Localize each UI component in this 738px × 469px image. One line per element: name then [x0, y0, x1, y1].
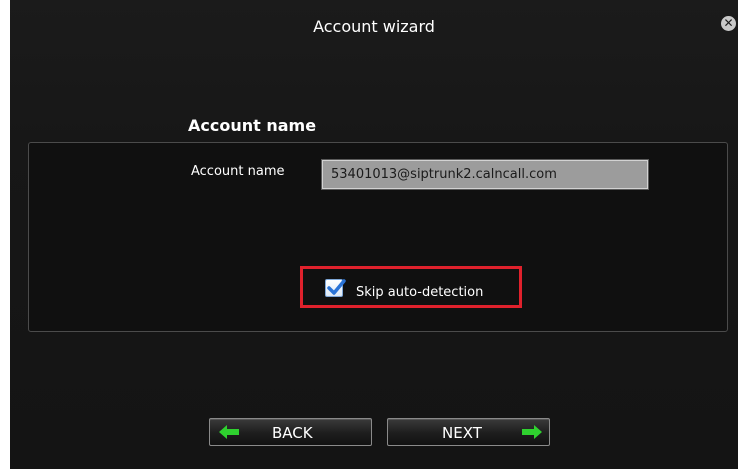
back-button[interactable]: BACK [209, 418, 372, 446]
close-icon[interactable]: ✕ [721, 16, 736, 31]
window-title: Account wizard [313, 17, 435, 36]
arrow-right-icon [522, 425, 542, 439]
skip-auto-detection-label[interactable]: Skip auto-detection [356, 285, 483, 300]
arrow-left-icon [219, 425, 239, 439]
account-name-field[interactable]: 53401013@siptrunk2.calncall.com [321, 159, 649, 190]
account-wizard-dialog: Account wizard ✕ Account name [10, 0, 738, 469]
next-button-label: NEXT [442, 424, 482, 442]
next-button[interactable]: NEXT [387, 418, 550, 446]
skip-auto-detection-checkbox[interactable] [325, 279, 346, 297]
back-button-label: BACK [272, 424, 313, 442]
section-heading: Account name [188, 116, 317, 135]
account-name-label: Account name [191, 164, 285, 179]
checkmark-icon [327, 279, 346, 295]
